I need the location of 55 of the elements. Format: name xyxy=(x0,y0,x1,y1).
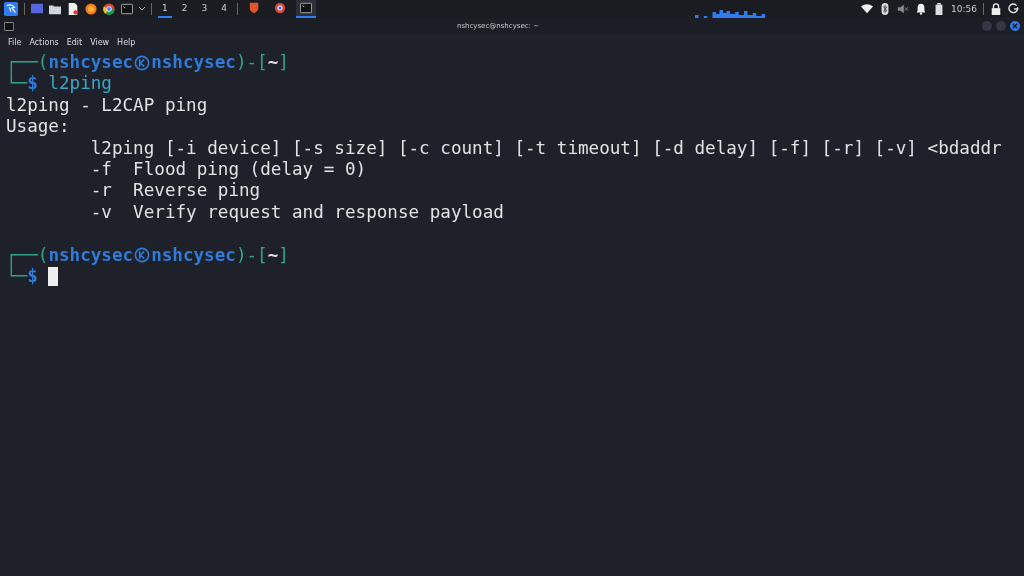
close-button[interactable] xyxy=(1010,21,1020,31)
power-icon[interactable] xyxy=(1008,3,1020,15)
window-task-button[interactable] xyxy=(295,0,316,18)
fox-browser-icon[interactable] xyxy=(85,3,97,15)
workspace-button[interactable]: 2 xyxy=(177,0,192,18)
prompt-user: nshcysec xyxy=(48,244,134,266)
workspace-button[interactable]: 3 xyxy=(197,0,212,18)
round-browser-icon[interactable] xyxy=(103,3,115,15)
output-line: -r Reverse ping xyxy=(89,180,261,202)
clock[interactable]: 10:56 xyxy=(951,4,977,14)
menu-item[interactable]: Help xyxy=(113,37,140,47)
prompt-frame: ] xyxy=(278,52,289,74)
prompt-directory: ~ xyxy=(267,52,279,74)
prompt-frame: )-[ xyxy=(235,52,268,74)
folder-icon[interactable] xyxy=(49,3,61,15)
shield-icon xyxy=(247,2,260,14)
prompt-host: nshcysec xyxy=(151,244,236,266)
prompt-dollar: $ xyxy=(27,73,38,95)
lock-icon[interactable] xyxy=(990,3,1002,15)
output-line: -f Flood ping (delay = 0) xyxy=(89,158,367,181)
menu-item[interactable]: View xyxy=(86,37,114,47)
prompt-frame: └─ xyxy=(6,265,28,288)
output-line: l2ping - L2CAP ping xyxy=(6,94,208,117)
round-browser-icon xyxy=(273,2,286,14)
command-text: l2ping xyxy=(47,73,112,95)
prompt-frame: ] xyxy=(278,244,289,266)
circled-k-icon xyxy=(134,247,151,264)
workspace-button[interactable]: 4 xyxy=(217,0,231,18)
prompt-frame: ┌──( xyxy=(6,244,49,266)
output-line: l2ping [-i device] [-s size] [-c count] [-t timeout] [-d delay] [-f] [-r] [-v] <bdaddr xyxy=(89,137,1002,159)
caret-icon[interactable] xyxy=(139,7,145,11)
network-graph-icon xyxy=(695,10,766,18)
desktop-icon[interactable] xyxy=(31,3,43,15)
output-line: Usage: xyxy=(6,116,70,138)
document-icon[interactable] xyxy=(67,3,79,15)
menu-item[interactable]: Actions xyxy=(25,37,63,47)
prompt-dollar: $ xyxy=(27,265,38,288)
prompt-directory: ~ xyxy=(267,244,279,266)
circled-k-icon xyxy=(134,54,151,71)
prompt-frame: └─ xyxy=(6,73,28,95)
menu-item[interactable]: Edit xyxy=(62,37,87,47)
prompt-frame: )-[ xyxy=(235,244,268,266)
muted-speaker-icon[interactable] xyxy=(897,3,910,15)
wifi-icon[interactable] xyxy=(861,3,874,15)
prompt-frame: ┌──( xyxy=(6,52,49,74)
prompt-host: nshcysec xyxy=(151,52,236,74)
close-icon xyxy=(1012,23,1018,29)
bell-icon[interactable] xyxy=(915,3,928,15)
terminal-icon[interactable] xyxy=(121,3,133,15)
menu-item[interactable]: File xyxy=(4,37,26,47)
prompt-user: nshcysec xyxy=(48,52,134,74)
output-line: -v Verify request and response payload xyxy=(89,201,504,224)
terminal-icon xyxy=(4,21,14,31)
dragon-logo-icon[interactable] xyxy=(4,2,18,16)
terminal-icon xyxy=(299,2,312,14)
